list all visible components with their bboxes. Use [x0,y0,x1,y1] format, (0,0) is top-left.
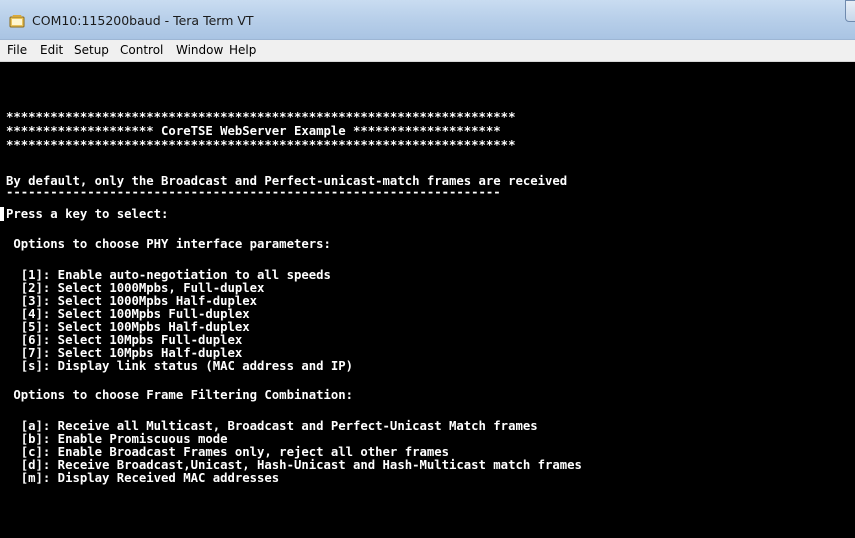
menu-setup[interactable]: Setup [74,43,109,57]
close-button[interactable] [845,0,855,22]
menu-edit[interactable]: Edit [40,43,63,57]
teraterm-app-icon [9,15,25,28]
filter-option: [m]: Display Received MAC addresses [6,471,280,485]
menu-help[interactable]: Help [229,43,256,57]
terminal-screen[interactable]: ****************************************… [0,62,855,538]
phy-option: [s]: Display link status (MAC address an… [6,359,354,373]
banner-title-line: ******************** CoreTSE WebServer E… [6,124,501,138]
banner-line: ****************************************… [6,110,516,124]
teraterm-window: COM10:115200baud - Tera Term VT File Edi… [0,0,855,538]
filter-options-heading: Options to choose Frame Filtering Combin… [6,388,354,402]
menu-bar: File Edit Setup Control Window Help [0,40,855,62]
menu-control[interactable]: Control [120,43,163,57]
banner-line: ****************************************… [6,138,516,152]
separator-line: ----------------------------------------… [6,185,501,199]
window-title: COM10:115200baud - Tera Term VT [32,13,254,28]
menu-file[interactable]: File [7,43,27,57]
terminal-cursor [0,207,4,221]
select-prompt: Press a key to select: [6,207,169,221]
menu-window[interactable]: Window [176,43,223,57]
title-bar[interactable]: COM10:115200baud - Tera Term VT [0,0,855,40]
phy-options-heading: Options to choose PHY interface paramete… [6,237,331,251]
